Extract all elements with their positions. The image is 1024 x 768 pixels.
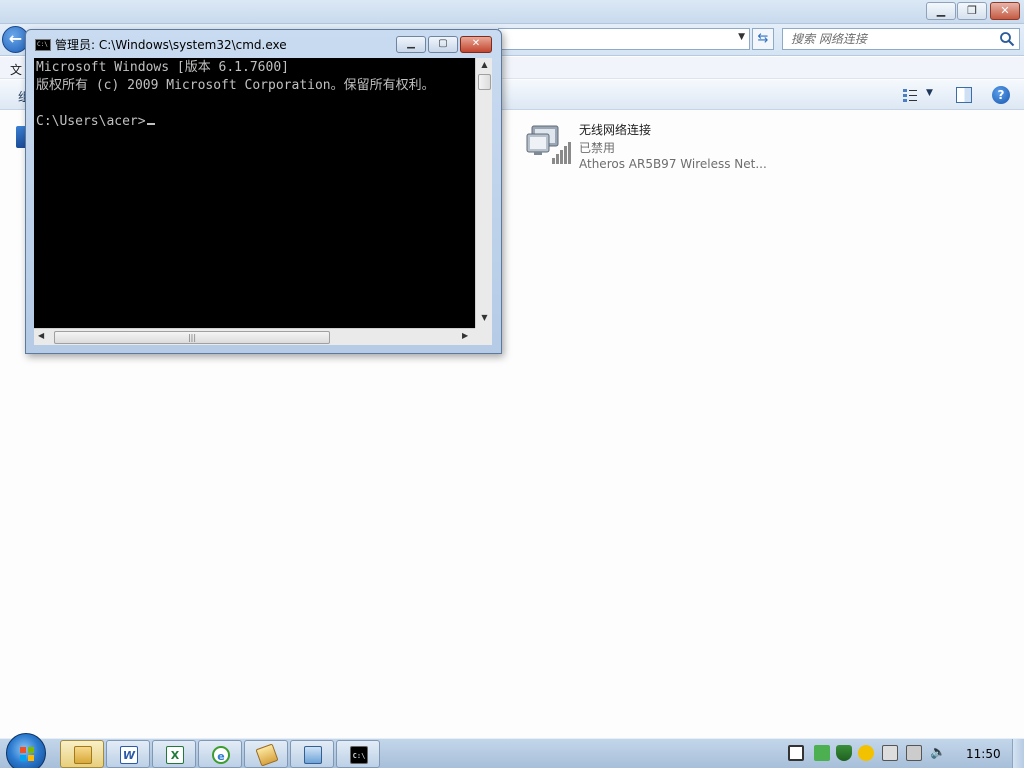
console-output[interactable]: Microsoft Windows [版本 6.1.7600] 版权所有 (c)…: [34, 58, 475, 328]
close-button[interactable]: ✕: [990, 2, 1020, 20]
scroll-right-arrow-icon[interactable]: ▶: [462, 331, 468, 340]
scroll-down-arrow-icon[interactable]: ▼: [476, 313, 493, 322]
minimize-button[interactable]: ▁: [926, 2, 956, 20]
ie-icon: e: [212, 746, 230, 764]
view-options-icon[interactable]: [902, 87, 918, 103]
text-cursor: [146, 123, 155, 125]
taskbar-cmd-button[interactable]: C:\: [336, 740, 380, 768]
folder-icon: [74, 746, 92, 764]
search-icon[interactable]: [999, 31, 1015, 47]
explorer-title-bar: ▁ ❐ ✕: [0, 0, 1024, 24]
taskbar: W X e C:\ 🔈 11:50: [0, 733, 1024, 768]
horizontal-scroll-thumb[interactable]: |||: [54, 331, 330, 344]
taskbar-explorer-button[interactable]: [60, 740, 104, 768]
connection-status: 已禁用: [579, 141, 616, 155]
cmd-close-button[interactable]: ✕: [460, 36, 492, 53]
cmd-icon: C:\: [350, 746, 368, 764]
refresh-icon: ⇆: [757, 31, 769, 46]
menu-file[interactable]: 文: [10, 61, 22, 78]
excel-icon: X: [166, 746, 184, 764]
connection-device: Atheros AR5B97 Wireless Net...: [579, 157, 767, 171]
help-icon[interactable]: ?: [992, 86, 1010, 104]
cmd-icon[interactable]: C:\: [35, 39, 51, 51]
usb-device-icon[interactable]: [882, 745, 898, 761]
system-tray: 🔈: [782, 743, 962, 765]
address-bar[interactable]: ▼: [498, 28, 750, 50]
nvidia-icon[interactable]: [814, 745, 830, 761]
taskbar-app-button[interactable]: [244, 740, 288, 768]
console-line: Microsoft Windows [版本 6.1.7600]: [36, 60, 289, 75]
cmd-window: C:\ 管理员: C:\Windows\system32\cmd.exe ▁ ▢…: [25, 29, 502, 354]
network-adapter-icon: [526, 125, 571, 164]
cmd-minimize-button[interactable]: ▁: [396, 36, 426, 53]
volume-icon[interactable]: 🔈: [930, 745, 946, 761]
network-tray-icon[interactable]: [906, 745, 922, 761]
wireless-connection-item[interactable]: 无线网络连接 已禁用 Atheros AR5B97 Wireless Net..…: [524, 120, 774, 172]
console-prompt-line: C:\Users\acer>: [36, 113, 473, 131]
cmd-title-bar[interactable]: C:\ 管理员: C:\Windows\system32\cmd.exe ▁ ▢…: [26, 30, 501, 58]
windows-logo-icon: [20, 747, 34, 761]
vertical-scroll-thumb[interactable]: [478, 74, 491, 90]
taskbar-word-button[interactable]: W: [106, 740, 150, 768]
start-button[interactable]: [6, 733, 46, 768]
refresh-button[interactable]: ⇆: [752, 28, 774, 50]
scroll-up-arrow-icon[interactable]: ▲: [476, 60, 493, 69]
media-icon[interactable]: [788, 745, 804, 761]
resize-grip[interactable]: [475, 328, 492, 345]
cmd-window-title: 管理员: C:\Windows\system32\cmd.exe: [55, 38, 287, 52]
taskbar-excel-button[interactable]: X: [152, 740, 196, 768]
remote-desktop-icon: [304, 746, 322, 764]
security-shield-icon[interactable]: [836, 745, 852, 761]
horizontal-scrollbar[interactable]: ◀ ||| ▶: [34, 328, 475, 345]
view-dropdown-icon[interactable]: ▼: [926, 88, 933, 98]
show-desktop-button[interactable]: [1012, 739, 1024, 768]
update-icon[interactable]: [858, 745, 874, 761]
console-line: 版权所有 (c) 2009 Microsoft Corporation。保留所有…: [36, 78, 435, 93]
scroll-left-arrow-icon[interactable]: ◀: [38, 331, 44, 340]
restore-button[interactable]: ❐: [957, 2, 987, 20]
system-clock[interactable]: 11:50: [966, 747, 1001, 761]
app-icon: [255, 743, 279, 767]
cmd-maximize-button[interactable]: ▢: [428, 36, 458, 53]
taskbar-remote-desktop-button[interactable]: [290, 740, 334, 768]
word-icon: W: [120, 746, 138, 764]
address-dropdown-icon[interactable]: ▼: [738, 32, 745, 42]
connection-name: 无线网络连接: [579, 123, 652, 137]
search-input[interactable]: [783, 29, 993, 49]
back-arrow-icon: ←: [8, 29, 23, 48]
search-box[interactable]: [782, 28, 1020, 50]
preview-pane-icon[interactable]: [956, 87, 972, 103]
taskbar-ie-button[interactable]: e: [198, 740, 242, 768]
vertical-scrollbar[interactable]: ▲ ▼: [475, 58, 492, 328]
console-prompt: C:\Users\acer>: [36, 114, 146, 129]
